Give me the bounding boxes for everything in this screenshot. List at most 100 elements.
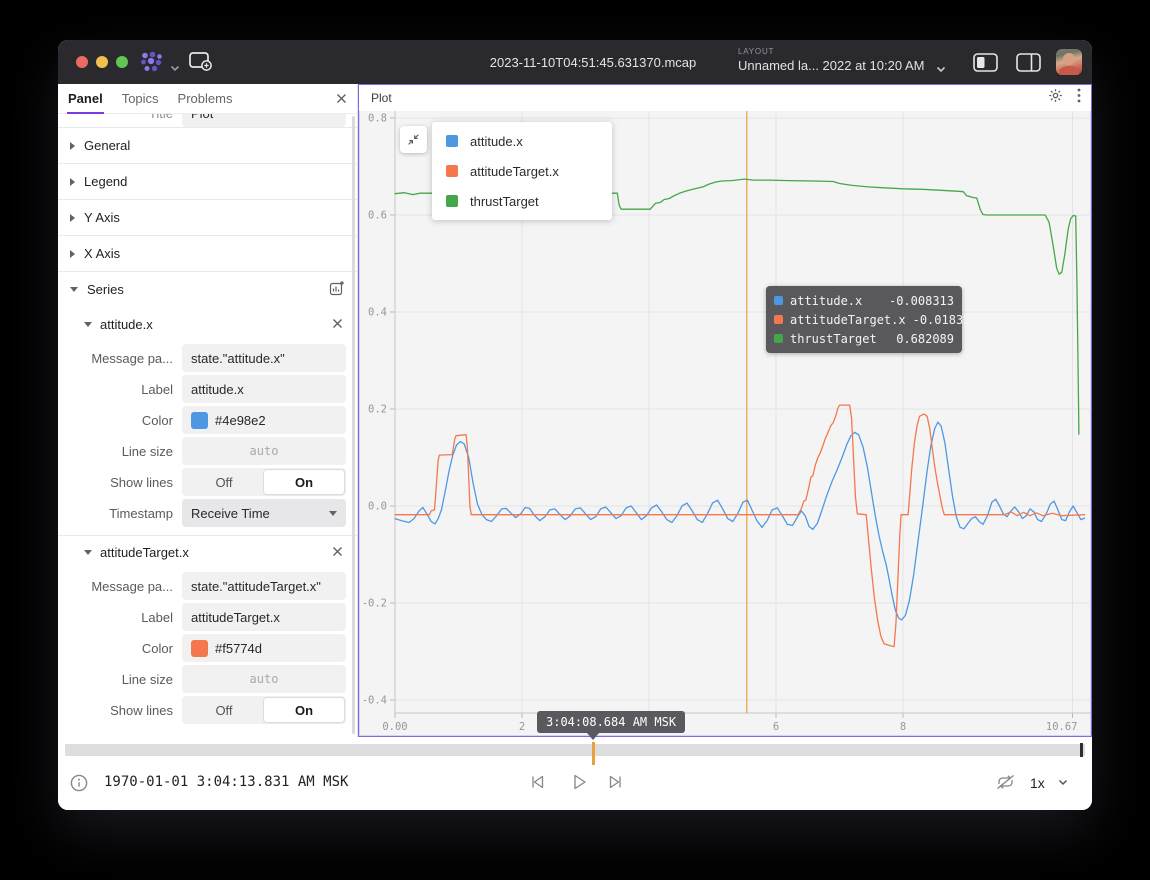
info-icon[interactable] [70,774,88,792]
timeline-scrubber[interactable] [65,744,1085,756]
tab-panel[interactable]: Panel [68,84,103,113]
svg-text:6: 6 [773,721,779,733]
show-lines-on-button[interactable]: On [264,698,344,722]
line-size-row: Line size auto [58,665,346,693]
tab-problems[interactable]: Problems [178,84,233,113]
line-size-input[interactable]: auto [182,665,346,693]
label-input[interactable]: attitude.x [182,375,346,403]
plot-hover-tooltip: attitude.x -0.008313 attitudeTarget.x -0… [766,286,962,353]
plot-panel: Plot 0.80.60.40.20.0-0.2-0.40.00246810.6… [358,84,1092,737]
line-size-input[interactable]: auto [182,437,346,465]
sidebar-close-icon[interactable] [336,84,347,113]
show-lines-toggle: Off On [182,696,346,724]
right-sidebar-toggle-icon[interactable] [1016,53,1041,77]
color-row: Color #f5774d [58,634,346,662]
maximize-window-button[interactable] [116,56,128,68]
message-path-row: Message pa... state."attitude.x" [58,344,346,372]
caret-right-icon [70,142,75,150]
title-field-input[interactable]: Plot [182,114,346,127]
caret-right-icon [70,178,75,186]
playback-speed[interactable]: 1x [1030,775,1045,791]
series-color-swatch [774,296,783,305]
window-title: 2023-11-10T04:51:45.631370.mcap [490,55,696,70]
section-legend[interactable]: Legend [58,163,357,199]
main-content: Panel Topics Problems Title Plot General [58,84,1092,737]
data-source-chevron-down-icon[interactable] [170,59,180,77]
section-series[interactable]: Series [58,271,357,307]
label-row: Label attitudeTarget.x [58,603,346,631]
user-avatar[interactable] [1056,49,1082,75]
collapse-arrows-icon [406,132,421,147]
foxglove-logo-icon[interactable] [138,51,166,78]
color-input[interactable]: #4e98e2 [182,406,346,434]
svg-text:-0.4: -0.4 [362,695,387,707]
show-lines-row: Show lines Off On [58,696,346,724]
tab-topics[interactable]: Topics [122,84,159,113]
color-swatch[interactable] [191,640,208,657]
plot-panel-title: Plot [371,91,392,105]
tooltip-row: thrustTarget 0.682089 [774,329,954,348]
panel-menu-kebab-icon[interactable] [1077,88,1081,108]
caret-down-icon [84,322,92,327]
title-field-label: Title [58,114,173,121]
message-path-input[interactable]: state."attitude.x" [182,344,346,372]
sidebar-scrollbar[interactable] [352,116,355,734]
show-lines-on-button[interactable]: On [264,470,344,494]
panel-settings-gear-icon[interactable] [1048,88,1063,108]
remove-series-icon[interactable] [332,545,343,560]
color-row: Color #4e98e2 [58,406,346,434]
label-row: Label attitude.x [58,375,346,403]
close-window-button[interactable] [76,56,88,68]
add-series-icon[interactable] [329,280,345,299]
titlebar: 2023-11-10T04:51:45.631370.mcap LAYOUT U… [58,40,1092,84]
show-lines-off-button[interactable]: Off [184,698,264,722]
series-editor-attitude-target-x-header[interactable]: attitudeTarget.x [58,535,357,569]
timestamp-row: Timestamp Receive Time [58,499,346,527]
layout-chevron-down-icon[interactable] [936,60,946,78]
svg-text:0.6: 0.6 [368,210,387,222]
tooltip-row: attitude.x -0.008313 [774,291,954,310]
show-lines-toggle: Off On [182,468,346,496]
show-lines-off-button[interactable]: Off [184,470,264,494]
legend-collapse-button[interactable] [400,126,427,153]
title-field-row-clipped: Title Plot [58,114,357,127]
series-color-swatch [446,195,458,207]
caret-down-icon [70,287,78,292]
legend-item[interactable]: attitude.x [432,126,612,156]
color-swatch[interactable] [191,412,208,429]
message-path-input[interactable]: state."attitudeTarget.x" [182,572,346,600]
section-x-axis[interactable]: X Axis [58,235,357,271]
series-editor-attitude-x-header[interactable]: attitude.x [58,307,357,341]
series-color-swatch [774,334,783,343]
legend-item[interactable]: attitudeTarget.x [432,156,612,186]
layout-menu-button[interactable]: Unnamed la... 2022 at 10:20 AM [738,58,924,73]
label-input[interactable]: attitudeTarget.x [182,603,346,631]
tooltip-value: -0.018358 [913,313,978,327]
seek-backward-button[interactable] [529,773,547,791]
app-window: 2023-11-10T04:51:45.631370.mcap LAYOUT U… [58,40,1092,810]
legend-item[interactable]: thrustTarget [432,186,612,216]
scrubber-end-marker [1080,743,1083,757]
left-sidebar-toggle-icon[interactable] [973,53,998,77]
add-panel-icon[interactable] [188,50,214,78]
plot-panel-header[interactable]: Plot [359,85,1091,111]
chevron-down-icon [329,511,337,516]
svg-text:0.0: 0.0 [368,501,387,513]
scrubber-hover-time-tooltip: 3:04:08.684 AM MSK [537,711,685,733]
svg-text:0.2: 0.2 [368,404,387,416]
caret-down-icon [84,550,92,555]
play-button[interactable] [569,772,589,792]
speed-chevron-down-icon[interactable] [1058,779,1068,786]
loop-disabled-icon[interactable] [995,773,1016,791]
message-path-row: Message pa... state."attitudeTarget.x" [58,572,346,600]
svg-text:0.8: 0.8 [368,113,387,125]
remove-series-icon[interactable] [332,317,343,332]
svg-text:0.4: 0.4 [368,307,387,319]
seek-forward-button[interactable] [606,773,624,791]
minimize-window-button[interactable] [96,56,108,68]
color-input[interactable]: #f5774d [182,634,346,662]
section-general[interactable]: General [58,127,357,163]
section-y-axis[interactable]: Y Axis [58,199,357,235]
timestamp-select[interactable]: Receive Time [182,499,346,527]
playback-timestamp[interactable]: 1970-01-01 3:04:13.831 AM MSK [104,774,348,790]
